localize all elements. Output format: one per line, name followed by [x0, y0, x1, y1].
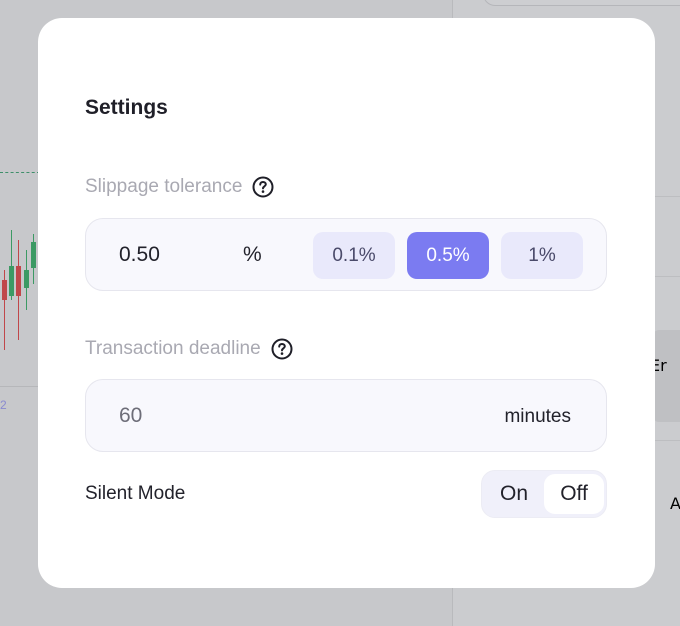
chart-axis-tick: 2 [0, 398, 7, 412]
deadline-unit: minutes [504, 406, 571, 427]
silent-mode-label: Silent Mode [85, 483, 186, 504]
background-link: A [670, 494, 680, 513]
slippage-label: Slippage tolerance [85, 176, 243, 197]
slippage-input[interactable]: 0.50 [119, 243, 160, 267]
question-circle-icon[interactable] [252, 176, 274, 198]
question-circle-icon[interactable] [271, 338, 293, 360]
slippage-input-box: 0.50 % 0.1% 0.5% 1% [85, 218, 607, 291]
deadline-input[interactable]: 60 [119, 404, 142, 428]
background-button [653, 330, 680, 422]
silent-mode-off-option[interactable]: Off [544, 474, 604, 514]
slippage-unit: % [243, 243, 262, 266]
deadline-label: Transaction deadline [85, 338, 261, 359]
background-input [483, 0, 680, 6]
deadline-input-box[interactable]: 60 minutes [85, 379, 607, 452]
slippage-preset-0-1-button[interactable]: 0.1% [313, 232, 395, 279]
chart-axis [0, 386, 40, 387]
slippage-preset-1-button[interactable]: 1% [501, 232, 583, 279]
silent-mode-toggle[interactable]: On Off [481, 470, 607, 518]
chart-price-line [0, 172, 40, 173]
slippage-label-row: Slippage tolerance [85, 176, 274, 198]
modal-title: Settings [85, 96, 168, 119]
settings-modal: Settings Slippage tolerance 0.50 % 0.1% … [38, 18, 655, 588]
deadline-label-row: Transaction deadline [85, 338, 293, 360]
slippage-preset-0-5-button[interactable]: 0.5% [407, 232, 489, 279]
silent-mode-on-option[interactable]: On [484, 474, 544, 514]
